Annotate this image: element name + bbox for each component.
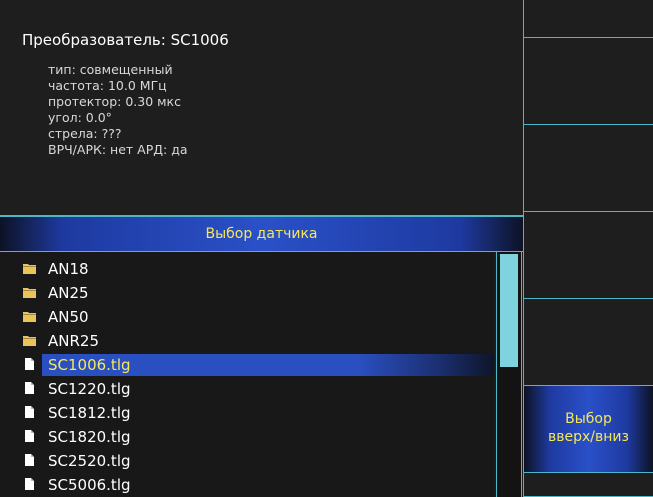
file-item[interactable]: SC1812.tlg xyxy=(0,402,494,424)
file-item[interactable]: SC1820.tlg xyxy=(0,426,494,448)
folder-label: AN18 xyxy=(48,260,89,278)
transducer-info-panel: Преобразователь: SC1006 тип: совмещенный… xyxy=(0,0,523,217)
param-protector: протектор: 0.30 мкс xyxy=(48,94,181,109)
list-header-label: Выбор датчика xyxy=(205,226,318,242)
folder-icon xyxy=(23,288,36,298)
softkey-7[interactable] xyxy=(523,473,653,497)
folder-icon xyxy=(23,312,36,322)
folder-icon xyxy=(23,264,36,274)
file-list[interactable]: AN18 AN25 AN50 ANR25 SC1006.tlg SC1220.t… xyxy=(0,252,494,497)
softkey-3[interactable] xyxy=(523,125,653,212)
file-item[interactable]: SC5006.tlg xyxy=(0,474,494,496)
select-up-down-line2: вверх/вниз xyxy=(548,429,629,445)
file-item[interactable]: SC2520.tlg xyxy=(0,450,494,472)
folder-item[interactable]: AN25 xyxy=(0,282,494,304)
file-icon xyxy=(25,406,34,418)
folder-label: ANR25 xyxy=(48,332,99,350)
folder-item[interactable]: ANR25 xyxy=(0,330,494,352)
select-up-down-label: Выбор вверх/вниз xyxy=(524,410,653,446)
transducer-title: Преобразователь: SC1006 xyxy=(22,31,229,49)
file-label: SC1006.tlg xyxy=(48,356,131,374)
param-vrch-ard: ВРЧ/АРК: нет АРД: да xyxy=(48,142,188,157)
file-label: SC5006.tlg xyxy=(48,476,131,494)
file-icon xyxy=(25,478,34,490)
softkey-panel: Выбор вверх/вниз xyxy=(523,0,653,497)
file-icon xyxy=(25,382,34,394)
file-icon xyxy=(25,358,34,370)
file-item-selected[interactable]: SC1006.tlg xyxy=(0,354,494,376)
select-up-down-line1: Выбор xyxy=(565,411,612,427)
file-icon xyxy=(25,430,34,442)
param-angle: угол: 0.0° xyxy=(48,110,112,125)
folder-item[interactable]: AN50 xyxy=(0,306,494,328)
transducer-parameters: тип: совмещенный частота: 10.0 МГц проте… xyxy=(48,62,188,158)
file-label: SC1220.tlg xyxy=(48,380,131,398)
folder-icon xyxy=(23,336,36,346)
file-item[interactable]: SC1220.tlg xyxy=(0,378,494,400)
list-header: Выбор датчика xyxy=(0,217,523,252)
param-frequency: частота: 10.0 МГц xyxy=(48,78,167,93)
param-arrow: стрела: ??? xyxy=(48,126,122,141)
scrollbar-thumb[interactable] xyxy=(500,254,518,367)
file-icon xyxy=(25,454,34,466)
softkey-2[interactable] xyxy=(523,38,653,125)
folder-item[interactable]: AN18 xyxy=(0,258,494,280)
folder-label: AN25 xyxy=(48,284,89,302)
file-label: SC1820.tlg xyxy=(48,428,131,446)
file-label: SC1812.tlg xyxy=(48,404,131,422)
select-up-down-softkey[interactable]: Выбор вверх/вниз xyxy=(523,386,653,473)
folder-label: AN50 xyxy=(48,308,89,326)
softkey-4[interactable] xyxy=(523,212,653,299)
file-label: SC2520.tlg xyxy=(48,452,131,470)
softkey-5[interactable] xyxy=(523,299,653,386)
softkey-1[interactable] xyxy=(523,0,653,38)
param-type: тип: совмещенный xyxy=(48,62,173,77)
scrollbar-track[interactable] xyxy=(496,252,522,497)
